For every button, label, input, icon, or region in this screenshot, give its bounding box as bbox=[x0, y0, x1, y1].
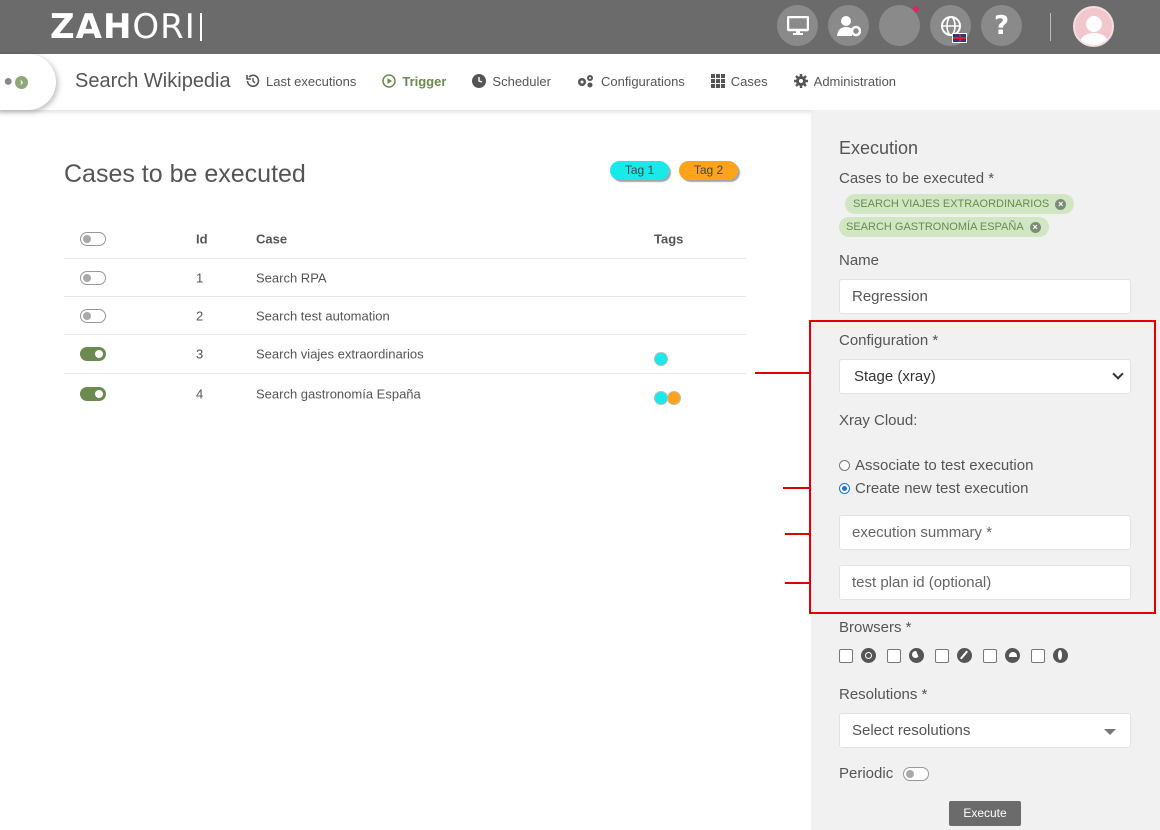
chevron-right-icon: › bbox=[15, 75, 28, 89]
cases-label: Cases to be executed * bbox=[839, 170, 995, 187]
remove-chip-icon[interactable]: × bbox=[1029, 221, 1041, 233]
history-icon bbox=[246, 74, 260, 88]
browser-checkbox-firefox[interactable] bbox=[887, 648, 901, 663]
user-avatar[interactable] bbox=[1073, 6, 1114, 47]
case-name: Search test automation bbox=[256, 308, 390, 323]
play-circle-icon bbox=[382, 74, 397, 88]
toolbar-divider bbox=[1050, 13, 1051, 41]
nav-trigger[interactable]: Trigger bbox=[382, 72, 446, 90]
cases-table: Id Case Tags 1 Search RPA 2 Search test … bbox=[64, 220, 746, 413]
grid-icon bbox=[710, 74, 725, 88]
main-nav: Last executions Trigger Scheduler Config… bbox=[246, 72, 922, 90]
person-icon: ● bbox=[3, 73, 13, 90]
nav-cases[interactable]: Cases bbox=[710, 72, 768, 90]
table-header: Id Case Tags bbox=[64, 220, 746, 259]
select-all-toggle[interactable] bbox=[80, 232, 106, 246]
clock-icon bbox=[472, 74, 487, 88]
tag-dot bbox=[654, 391, 668, 406]
table-row: 4 Search gastronomía España bbox=[64, 374, 746, 413]
firefox-icon bbox=[909, 648, 924, 663]
chrome-icon bbox=[861, 648, 876, 663]
periodic-toggle[interactable] bbox=[903, 766, 930, 781]
case-name: Search RPA bbox=[256, 270, 327, 285]
dropdown-arrow-icon bbox=[1104, 729, 1116, 735]
cases-title: Cases to be executed bbox=[64, 160, 306, 188]
table-row: 1 Search RPA bbox=[64, 259, 746, 297]
execution-heading: Execution bbox=[839, 138, 919, 158]
case-id: 1 bbox=[196, 270, 204, 285]
case-select-toggle[interactable] bbox=[80, 347, 106, 361]
resolutions-select[interactable]: Select resolutions bbox=[839, 713, 1131, 748]
case-name: Search gastronomía España bbox=[256, 386, 421, 401]
resolutions-label: Resolutions * bbox=[839, 686, 928, 703]
nav-administration[interactable]: Administration bbox=[793, 72, 896, 90]
selected-case-chip: SEARCH VIAJES EXTRAORDINARIOS × bbox=[845, 194, 1075, 214]
selected-case-chip: SEARCH GASTRONOMÍA ESPAÑA × bbox=[839, 217, 1049, 237]
opera-icon bbox=[1053, 648, 1068, 663]
execution-name-input[interactable]: Regression bbox=[839, 279, 1131, 314]
user-settings-icon[interactable] bbox=[828, 5, 869, 46]
safari-icon bbox=[957, 648, 972, 663]
case-select-toggle[interactable] bbox=[80, 386, 106, 401]
edge-icon bbox=[1005, 648, 1020, 663]
periodic-label: Periodic bbox=[839, 765, 894, 782]
tag-dot bbox=[667, 391, 681, 406]
case-select-toggle[interactable] bbox=[80, 308, 106, 323]
uk-flag-icon bbox=[952, 33, 967, 43]
app-logo[interactable]: ZAH ORI bbox=[50, 7, 202, 47]
gear-icon bbox=[793, 74, 808, 88]
gears-icon bbox=[577, 75, 593, 88]
tag-dot bbox=[654, 351, 668, 366]
browsers-label: Browsers * bbox=[839, 619, 912, 636]
top-toolbar: ? bbox=[777, 5, 1022, 46]
browser-checkbox-opera[interactable] bbox=[1031, 648, 1045, 663]
help-icon[interactable]: ? bbox=[981, 5, 1022, 46]
column-header-tags: Tags bbox=[654, 231, 684, 247]
table-row: 2 Search test automation bbox=[64, 297, 746, 335]
nav-last-executions[interactable]: Last executions bbox=[246, 72, 356, 90]
case-select-toggle[interactable] bbox=[80, 270, 106, 285]
sidebar-toggle-button[interactable]: ● › bbox=[0, 54, 56, 110]
browser-checkbox-chrome[interactable] bbox=[839, 648, 853, 663]
browser-checkbox-safari[interactable] bbox=[935, 648, 949, 663]
case-id: 4 bbox=[196, 386, 204, 401]
annotation-highlight-box bbox=[809, 320, 1156, 614]
case-id: 3 bbox=[196, 346, 204, 362]
language-globe-icon[interactable] bbox=[930, 5, 971, 46]
nav-scheduler[interactable]: Scheduler bbox=[472, 72, 551, 90]
nav-configurations[interactable]: Configurations bbox=[577, 72, 685, 90]
periodic-row: Periodic bbox=[839, 765, 930, 782]
browser-options bbox=[839, 648, 1079, 663]
notifications-icon[interactable] bbox=[879, 5, 920, 46]
table-row: 3 Search viajes extraordinarios bbox=[64, 335, 746, 374]
tag-filter-1[interactable]: Tag 1 bbox=[610, 161, 669, 180]
tag-filter-2[interactable]: Tag 2 bbox=[679, 161, 738, 180]
monitor-icon[interactable] bbox=[777, 5, 818, 46]
name-label: Name bbox=[839, 252, 880, 269]
column-header-case: Case bbox=[256, 231, 288, 247]
project-title: Search Wikipedia bbox=[75, 70, 231, 92]
execute-button[interactable]: Execute bbox=[949, 801, 1021, 826]
remove-chip-icon[interactable]: × bbox=[1055, 198, 1067, 210]
browser-checkbox-edge[interactable] bbox=[983, 648, 997, 663]
column-header-id: Id bbox=[196, 231, 208, 247]
case-id: 2 bbox=[196, 308, 204, 323]
case-name: Search viajes extraordinarios bbox=[256, 346, 424, 362]
